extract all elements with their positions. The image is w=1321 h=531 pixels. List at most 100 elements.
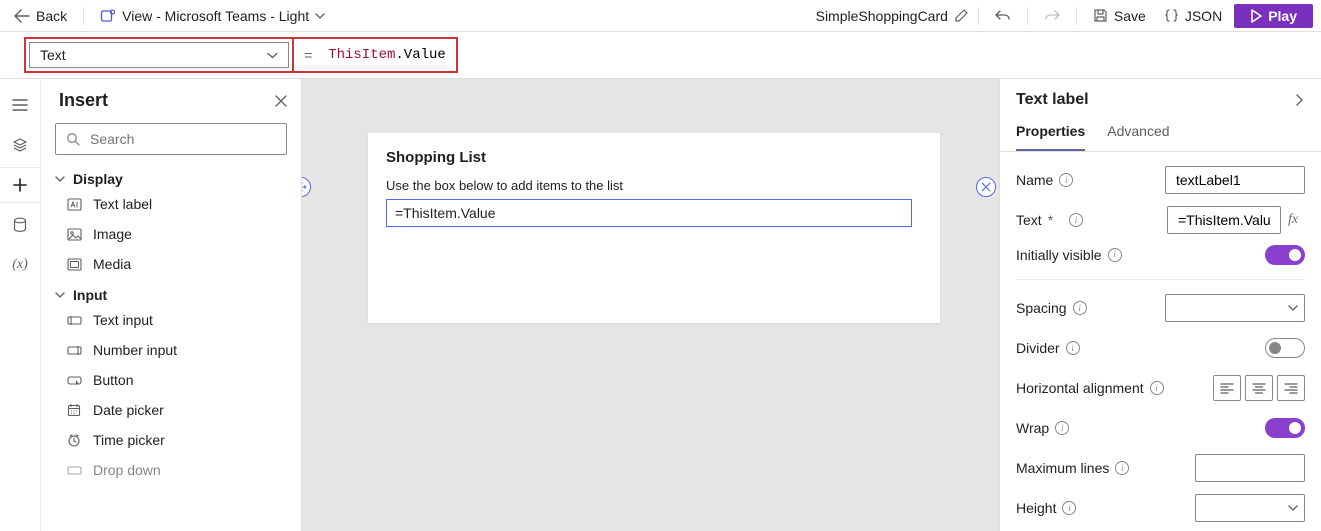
formula-box[interactable]: = ThisItem.Value <box>292 37 458 73</box>
item-text-input[interactable]: Text input <box>41 305 301 335</box>
align-left-button[interactable] <box>1213 375 1241 401</box>
canvas[interactable]: Shopping List Use the box below to add i… <box>302 79 999 531</box>
property-dropdown-value: Text <box>40 47 66 63</box>
separator <box>83 7 84 25</box>
rail-variables-button[interactable]: (x) <box>0 247 40 283</box>
formula-suffix: .Value <box>395 47 445 63</box>
row-initially-visible: Initially visiblei <box>1016 240 1305 280</box>
rail-insert-button[interactable] <box>0 167 40 203</box>
item-image[interactable]: Image <box>41 219 301 249</box>
chevron-down-icon <box>1288 503 1298 513</box>
spacing-label: Spacing <box>1016 300 1067 316</box>
chevron-down-icon <box>55 174 65 184</box>
divider-toggle[interactable] <box>1265 338 1305 358</box>
item-number-input[interactable]: Number input <box>41 335 301 365</box>
back-label: Back <box>36 8 67 24</box>
item-media[interactable]: Media <box>41 249 301 279</box>
search-input[interactable] <box>55 123 287 155</box>
item-label: Number input <box>93 342 177 358</box>
play-button[interactable]: Play <box>1234 4 1313 28</box>
insert-panel: Insert Display Text label Image Media <box>41 79 302 531</box>
tab-properties[interactable]: Properties <box>1016 115 1085 151</box>
search-field[interactable] <box>88 130 276 148</box>
card-subtitle: Use the box below to add items to the li… <box>386 178 928 193</box>
undo-button[interactable] <box>989 7 1017 25</box>
height-label: Height <box>1016 500 1056 516</box>
group-input[interactable]: Input <box>41 283 301 305</box>
item-time-picker[interactable]: Time picker <box>41 425 301 455</box>
item-label: Text label <box>93 196 152 212</box>
name-label: Name <box>1016 172 1053 188</box>
tab-advanced[interactable]: Advanced <box>1107 115 1169 151</box>
delete-handle[interactable] <box>976 177 996 197</box>
panel-tabs: Properties Advanced <box>1000 115 1321 152</box>
rail-tree-button[interactable] <box>0 87 40 123</box>
info-icon[interactable]: i <box>1055 421 1069 435</box>
info-icon[interactable]: i <box>1150 381 1164 395</box>
separator <box>1076 7 1077 25</box>
number-input-icon <box>67 345 83 356</box>
pencil-icon <box>954 9 968 23</box>
row-wrap: Wrapi <box>1016 408 1305 448</box>
spacing-select[interactable] <box>1165 294 1305 322</box>
close-insert-button[interactable] <box>275 95 287 107</box>
row-divider: Divideri <box>1016 328 1305 368</box>
text-label-icon <box>67 198 83 211</box>
json-button[interactable]: JSON <box>1158 6 1228 26</box>
info-icon[interactable]: i <box>1115 461 1129 475</box>
row-maxlines: Maximum linesi <box>1016 448 1305 488</box>
selected-text-label[interactable]: =ThisItem.Value <box>386 199 912 227</box>
name-input[interactable] <box>1165 166 1305 194</box>
item-label: Image <box>93 226 132 242</box>
align-right-button[interactable] <box>1277 375 1305 401</box>
info-icon[interactable]: i <box>1108 248 1122 262</box>
time-icon <box>67 433 83 447</box>
rail-data-button[interactable] <box>0 207 40 243</box>
app-name-label: SimpleShoppingCard <box>816 8 948 24</box>
item-label: Date picker <box>93 402 164 418</box>
maxlines-field[interactable] <box>1204 459 1296 477</box>
shopping-card[interactable]: Shopping List Use the box below to add i… <box>368 133 940 323</box>
info-icon[interactable]: i <box>1066 341 1080 355</box>
name-field[interactable] <box>1174 171 1296 189</box>
info-icon[interactable]: i <box>1069 213 1083 227</box>
view-label: View - Microsoft Teams - Light <box>122 8 309 24</box>
item-button[interactable]: Button <box>41 365 301 395</box>
panel-expand-button[interactable] <box>1293 94 1305 106</box>
row-height: Heighti <box>1016 488 1305 528</box>
save-icon <box>1093 8 1108 23</box>
maxlines-input[interactable] <box>1195 454 1305 482</box>
move-handle[interactable] <box>302 177 311 197</box>
info-icon[interactable]: i <box>1073 301 1087 315</box>
play-icon <box>1250 9 1262 23</box>
row-halign: Horizontal alignmenti <box>1016 368 1305 408</box>
group-display[interactable]: Display <box>41 167 301 189</box>
info-icon[interactable]: i <box>1059 173 1073 187</box>
view-dropdown[interactable]: View - Microsoft Teams - Light <box>94 6 331 26</box>
wrap-toggle[interactable] <box>1265 418 1305 438</box>
app-name[interactable]: SimpleShoppingCard <box>816 8 968 24</box>
text-input-icon <box>67 315 83 326</box>
item-text-label[interactable]: Text label <box>41 189 301 219</box>
selected-text-value: =ThisItem.Value <box>395 205 496 221</box>
rail-layers-button[interactable] <box>0 127 40 163</box>
separator <box>978 7 979 25</box>
height-select[interactable] <box>1195 494 1305 522</box>
fx-button[interactable]: fx <box>1281 206 1305 234</box>
text-input[interactable] <box>1167 206 1281 234</box>
item-drop-down[interactable]: Drop down <box>41 455 301 485</box>
formula-text: ThisItem.Value <box>328 47 446 63</box>
redo-button[interactable] <box>1038 7 1066 25</box>
item-label: Drop down <box>93 462 161 478</box>
info-icon[interactable]: i <box>1062 501 1076 515</box>
back-button[interactable]: Back <box>8 6 73 26</box>
initially-visible-toggle[interactable] <box>1265 245 1305 265</box>
property-panel: Text label Properties Advanced Namei Tex… <box>999 79 1321 531</box>
item-date-picker[interactable]: Date picker <box>41 395 301 425</box>
chevron-down-icon <box>1288 303 1298 313</box>
align-center-button[interactable] <box>1245 375 1273 401</box>
property-dropdown[interactable]: Text <box>24 37 294 73</box>
text-field[interactable] <box>1176 211 1272 229</box>
play-label: Play <box>1268 8 1297 24</box>
save-button[interactable]: Save <box>1087 6 1152 26</box>
